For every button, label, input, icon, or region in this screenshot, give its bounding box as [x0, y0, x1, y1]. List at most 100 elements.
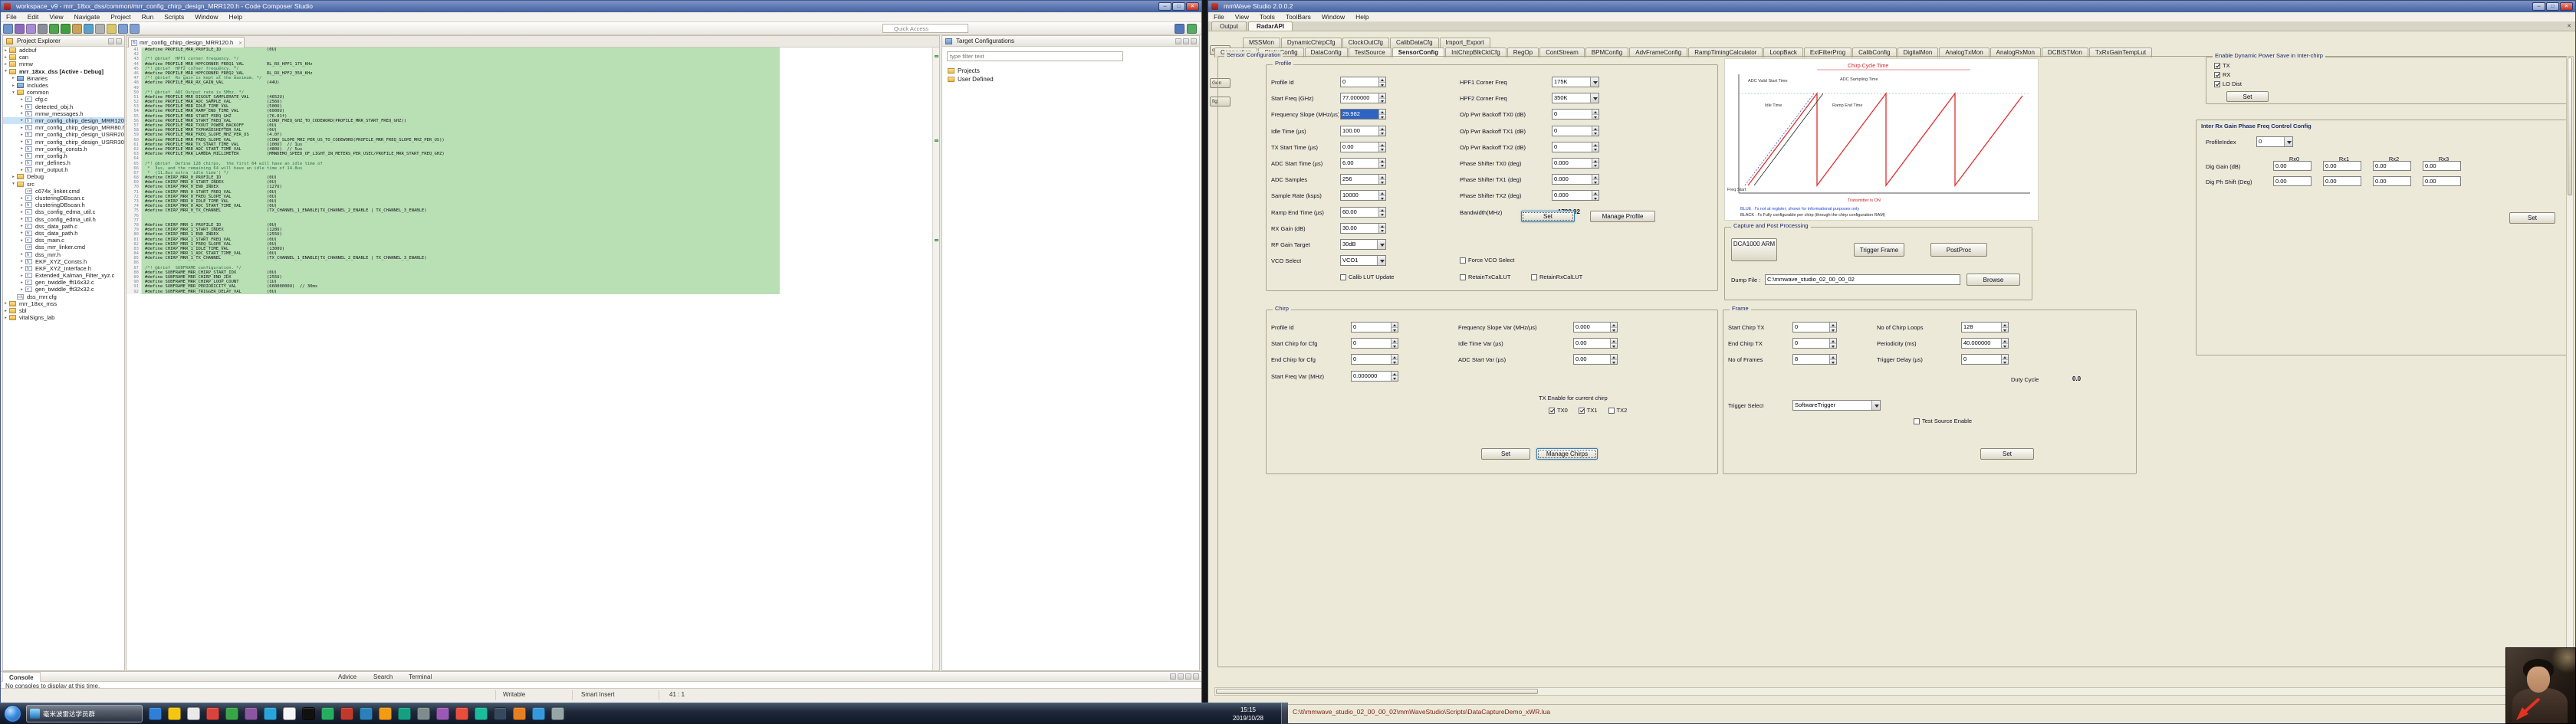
tree-item[interactable]: ▸ detected_obj.h — [3, 103, 124, 110]
taskbar-app-icon[interactable] — [436, 707, 449, 720]
taskbar-browser-icon[interactable] — [149, 707, 162, 720]
target-config-item[interactable]: User Defined — [947, 75, 1196, 84]
dig-ph-rx0-input[interactable]: 0.00 — [2273, 176, 2312, 186]
menu-item[interactable]: View — [1230, 12, 1254, 22]
save-icon[interactable] — [15, 23, 25, 34]
tree-item[interactable]: ▸ mrr_config_chirp_design_MRR80.h — [3, 124, 124, 131]
numeric-input[interactable]: 0.00 — [1573, 338, 1618, 349]
vertical-scrollbar[interactable] — [2566, 56, 2574, 667]
numeric-input[interactable]: 30.00 — [1340, 222, 1386, 234]
chevron-down-icon[interactable] — [1590, 93, 1598, 103]
taskbar-app-icon[interactable] — [398, 707, 411, 720]
postproc-button[interactable]: PostProc — [1930, 243, 1987, 257]
menu-item[interactable]: Window — [1316, 12, 1350, 22]
numeric-input[interactable]: 0 — [1351, 354, 1398, 365]
taskbar-app-icon[interactable] — [379, 707, 392, 720]
expand-arrow-icon[interactable]: ▸ — [19, 168, 25, 172]
tree-item[interactable]: ▸ mmw — [3, 61, 124, 67]
trigger-frame-button[interactable]: Trigger Frame — [1854, 243, 1904, 257]
numeric-input[interactable]: 0 — [1351, 338, 1398, 349]
numeric-input[interactable]: 0.000 — [1552, 174, 1599, 185]
expand-arrow-icon[interactable]: ▸ — [19, 161, 25, 165]
expand-arrow-icon[interactable]: ▸ — [19, 231, 25, 235]
expand-arrow-icon[interactable]: ▾ — [11, 90, 16, 95]
tree-item[interactable]: ▸ mrr_output.h — [3, 166, 124, 173]
expand-arrow-icon[interactable]: ▸ — [19, 280, 25, 285]
numeric-input[interactable]: 0 — [1792, 322, 1837, 333]
taskbar-app-icon[interactable] — [494, 707, 507, 720]
numeric-input[interactable]: 10000 — [1340, 190, 1386, 201]
view-menu-icon[interactable] — [1191, 38, 1197, 44]
spinner-buttons[interactable] — [2001, 339, 2008, 349]
search-icon[interactable] — [84, 23, 94, 34]
retain-rx-cal-lut-checkbox[interactable]: RetainRxCalLUT — [1531, 274, 1582, 280]
mdi-close-icon[interactable]: ✕ — [2567, 23, 2571, 29]
pin-console-icon[interactable] — [1178, 673, 1184, 680]
tx-enable-checkbox[interactable]: TX2 — [1608, 407, 1627, 414]
tree-item[interactable]: ▸ EKF_XYZ_Consts.h — [3, 258, 124, 265]
expand-arrow-icon[interactable]: ▸ — [19, 266, 25, 270]
taskbar-app-icon[interactable] — [302, 707, 315, 720]
spinner-buttons[interactable] — [1592, 142, 1598, 152]
numeric-input[interactable]: 0 — [1552, 141, 1599, 152]
edit-perspective-icon[interactable] — [1175, 24, 1184, 34]
dca1000-arm-button[interactable]: DCA1000 ARM — [1731, 238, 1777, 261]
tab-search[interactable]: Search — [367, 672, 399, 682]
chevron-down-icon[interactable] — [1377, 256, 1385, 265]
tree-item[interactable]: ▸ mrr_18xx_mss — [3, 300, 124, 307]
show-desktop-button[interactable] — [1281, 703, 1288, 724]
calib-lut-update-checkbox[interactable]: Calib LUT Update — [1340, 274, 1394, 280]
spinner-buttons[interactable] — [1391, 339, 1398, 349]
dig-gain-rx3-input[interactable]: 0.00 — [2423, 161, 2461, 171]
spinner-buttons[interactable] — [1592, 126, 1598, 136]
spinner-buttons[interactable] — [1610, 339, 1617, 349]
expand-arrow-icon[interactable]: ▸ — [11, 76, 16, 80]
taskbar-folder-icon[interactable] — [168, 707, 181, 720]
tree-item[interactable]: ▸ dss_config_edma_util.c — [3, 208, 124, 215]
taskbar-app-icon[interactable] — [513, 707, 526, 720]
spinner-buttons[interactable] — [1610, 323, 1617, 332]
maximize-view-icon[interactable] — [1193, 673, 1199, 680]
taskbar-app-icon[interactable] — [360, 707, 373, 720]
expand-arrow-icon[interactable]: ▸ — [19, 224, 25, 228]
expand-arrow-icon[interactable]: ▸ — [19, 111, 25, 116]
profile-set-button[interactable]: Set — [1521, 211, 1575, 222]
expand-arrow-icon[interactable]: ▸ — [19, 203, 25, 208]
expand-arrow-icon[interactable]: ▾ — [3, 69, 8, 74]
tree-item[interactable]: ▸ sbl — [3, 307, 124, 314]
taskbar-app-icon[interactable] — [245, 707, 258, 720]
tree-item[interactable]: dss_mrr_linker.cmd — [3, 244, 124, 251]
taskbar-app-icon[interactable] — [551, 707, 564, 720]
taskbar-clock[interactable]: 15:15 2019/10/28 — [1221, 706, 1276, 722]
taskbar-app-icon[interactable] — [264, 707, 277, 720]
tree-item[interactable]: ▸ dss_config_edma_util.h — [3, 216, 124, 223]
minimize-button[interactable]: ─ — [1158, 2, 1171, 11]
expand-arrow-icon[interactable]: ▸ — [19, 196, 25, 201]
ccs-titlebar[interactable]: workspace_v9 - mrr_18xx_dss/common/mrr_c… — [1, 1, 1201, 12]
taskbar-app-icon[interactable] — [340, 707, 353, 720]
tree-item[interactable]: ▸ can — [3, 54, 124, 61]
numeric-input[interactable]: 0 — [1961, 354, 2009, 365]
spinner-buttons[interactable] — [1592, 158, 1598, 168]
taskbar-app-icon[interactable] — [532, 707, 545, 720]
menu-item[interactable]: Window — [189, 12, 223, 22]
power-save-checkbox[interactable]: LO Dist — [2214, 80, 2242, 87]
taskbar-app-icon[interactable] — [187, 707, 200, 720]
tree-item[interactable]: ▸ Binaries — [3, 75, 124, 82]
menu-item[interactable]: File — [1, 12, 22, 22]
tree-item[interactable]: c674x_linker.cmd — [3, 188, 124, 195]
tx-enable-checkbox[interactable]: TX0 — [1549, 407, 1568, 414]
quick-access-input[interactable] — [882, 24, 968, 33]
tree-item[interactable]: ▸ gen_twiddle_fft32x32.c — [3, 286, 124, 293]
rf-gain-target-dropdown[interactable]: 30dB — [1340, 239, 1386, 250]
minimize-view-icon[interactable] — [1185, 673, 1191, 680]
spinner-buttons[interactable] — [2001, 355, 2008, 365]
spinner-buttons[interactable] — [1378, 77, 1385, 87]
taskbar-app-icon[interactable] — [283, 707, 296, 720]
numeric-input[interactable]: 60.00 — [1340, 206, 1386, 218]
expand-arrow-icon[interactable]: ▸ — [19, 287, 25, 292]
spinner-buttons[interactable] — [1378, 126, 1385, 136]
tree-item[interactable]: ▸ clusteringDBscan.h — [3, 201, 124, 208]
spinner-buttons[interactable] — [1378, 207, 1385, 217]
expand-arrow-icon[interactable]: ▸ — [19, 97, 25, 102]
